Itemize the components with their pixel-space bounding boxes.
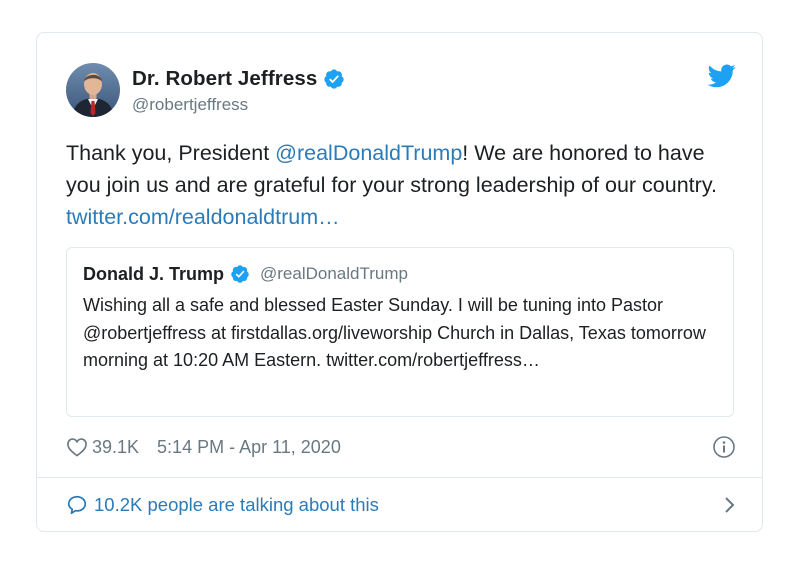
conversation-footer[interactable]: 10.2K people are talking about this [66, 490, 736, 520]
author-handle[interactable]: @robertjeffress [132, 95, 248, 115]
conversation-link[interactable]: 10.2K people are talking about this [94, 494, 379, 516]
tweet-meta: 39.1K 5:14 PM - Apr 11, 2020 [66, 433, 736, 461]
tweet-header: Dr. Robert Jeffress @robertjeffress [66, 63, 736, 119]
quoted-tweet-header: Donald J. Trump @realDonaldTrump [83, 262, 408, 286]
mention-link[interactable]: @realDonaldTrump [275, 141, 462, 165]
verified-badge-icon [323, 68, 345, 90]
quoted-tweet[interactable]: Donald J. Trump @realDonaldTrump Wishing… [66, 247, 734, 417]
like-count[interactable]: 39.1K [92, 437, 139, 458]
tweet-card: Dr. Robert Jeffress @robertjeffress Than… [36, 32, 763, 532]
footer-divider [37, 477, 762, 478]
tweet-url-link[interactable]: twitter.com/realdonaldtrum… [66, 205, 340, 229]
tweet-timestamp[interactable]: 5:14 PM - Apr 11, 2020 [157, 437, 341, 458]
quoted-tweet-text: Wishing all a safe and blessed Easter Su… [83, 295, 706, 370]
heart-icon[interactable] [66, 437, 88, 457]
tweet-text-part1: Thank you, President [66, 141, 276, 165]
tweet-text: Thank you, President @realDonaldTrump! W… [66, 137, 736, 233]
info-icon[interactable] [712, 435, 736, 459]
twitter-bird-icon[interactable] [707, 64, 736, 88]
quoted-author-name: Donald J. Trump [83, 263, 225, 284]
quoted-author-handle: @realDonaldTrump [260, 264, 408, 283]
author-name[interactable]: Dr. Robert Jeffress [132, 67, 317, 91]
speech-bubble-icon [66, 494, 88, 516]
chevron-right-icon[interactable] [722, 495, 736, 515]
author-avatar[interactable] [66, 63, 120, 117]
author-name-line: Dr. Robert Jeffress [132, 66, 345, 92]
verified-badge-icon [230, 264, 250, 284]
